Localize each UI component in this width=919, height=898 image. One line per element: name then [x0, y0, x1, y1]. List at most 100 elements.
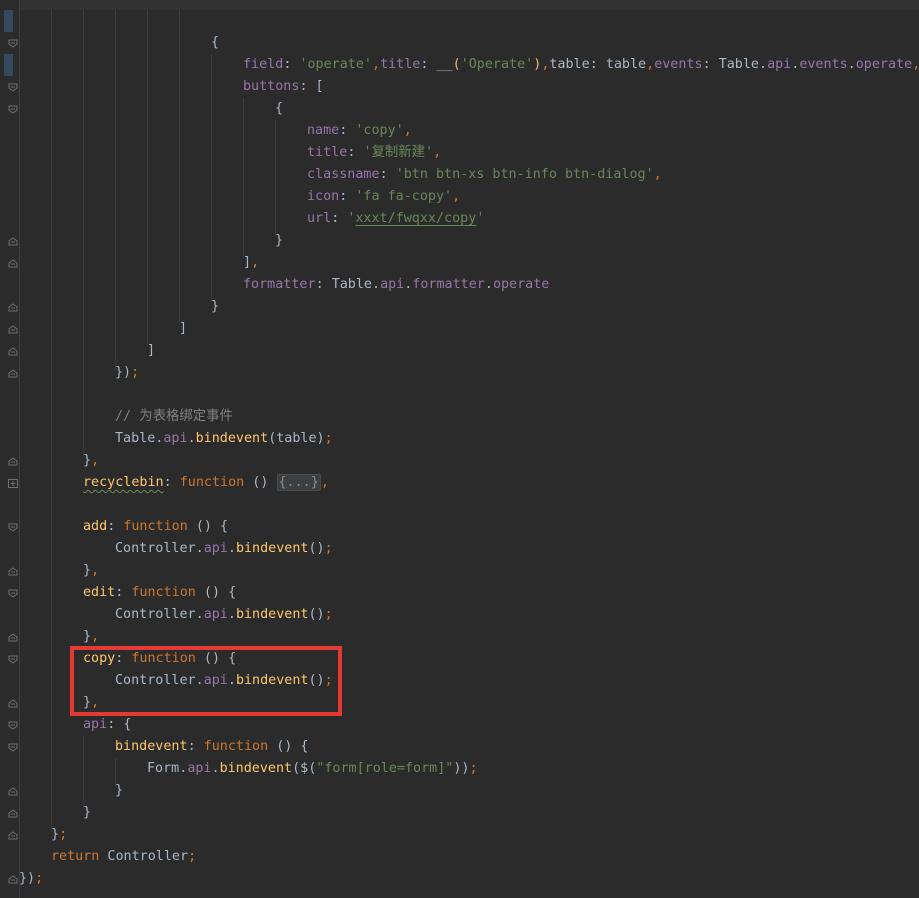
fold-open-icon[interactable] [8, 39, 18, 48]
fold-open-icon[interactable] [8, 523, 18, 532]
code-line[interactable]: api: { [83, 714, 131, 736]
punct: ; [35, 871, 44, 886]
fold-close-icon[interactable] [8, 303, 18, 312]
code-line[interactable]: { [275, 98, 283, 120]
brace: } [83, 563, 92, 578]
code-line[interactable]: } [211, 296, 219, 318]
indent-guide [211, 54, 212, 302]
fold-close-icon[interactable] [8, 787, 18, 796]
keyword: return [51, 849, 100, 864]
fold-open-icon[interactable] [8, 721, 18, 730]
code-line[interactable]: } [83, 802, 91, 824]
punct: . [227, 541, 236, 556]
brace: }) [115, 365, 132, 380]
property-key: api [83, 717, 108, 732]
code-line[interactable]: buttons: [ [243, 76, 324, 98]
code-line[interactable]: name: 'copy', [307, 120, 412, 142]
identifier: api [767, 57, 792, 72]
identifier: Controller [99, 849, 189, 864]
code-line[interactable]: Table.api.bindevent(table); [115, 428, 333, 450]
code-line[interactable]: Controller.api.bindevent(); [115, 538, 333, 560]
code-line[interactable]: formatter: Table.api.formatter.operate [243, 274, 549, 296]
property-key: classname [307, 167, 380, 182]
identifier: api [380, 277, 405, 292]
fold-close-icon[interactable] [8, 259, 18, 268]
brace: } [83, 453, 92, 468]
change-marker[interactable] [4, 10, 13, 32]
property-key: name [307, 123, 340, 138]
code-line[interactable]: url: 'xxxt/fwqxx/copy' [307, 208, 484, 230]
change-marker[interactable] [4, 54, 13, 76]
punct: , [91, 453, 100, 468]
code-line[interactable]: Controller.api.bindevent(); [115, 604, 333, 626]
fold-close-icon[interactable] [8, 369, 18, 378]
fold-close-icon[interactable] [8, 347, 18, 356]
fold-open-icon[interactable] [8, 105, 18, 114]
url-link[interactable]: xxxt/fwqxx/copy [355, 211, 476, 226]
code-editor[interactable]: { field: 'operate',title: __('Operate'),… [0, 0, 919, 898]
code-line[interactable]: icon: 'fa fa-copy', [307, 186, 460, 208]
punct: . [484, 277, 493, 292]
fold-open-icon[interactable] [8, 655, 18, 664]
code-line[interactable]: ] [179, 318, 187, 340]
code-line[interactable]: }, [83, 626, 99, 648]
code-line[interactable]: }; [51, 824, 67, 846]
fold-close-icon[interactable] [8, 831, 18, 840]
code-line[interactable]: field: 'operate',title: __('Operate'),ta… [243, 54, 919, 76]
code-line[interactable]: title: '复制新建', [307, 142, 441, 164]
function-name: bindevent [235, 541, 309, 556]
punct: () { [187, 519, 229, 534]
editor-gutter[interactable] [0, 0, 20, 898]
punct: , [372, 57, 381, 72]
code-line[interactable]: // 为表格绑定事件 [115, 406, 233, 428]
args: () [308, 541, 325, 556]
code-line[interactable]: }, [83, 450, 99, 472]
args: () [308, 607, 325, 622]
fold-open-icon[interactable] [8, 743, 18, 752]
fold-close-icon[interactable] [8, 633, 18, 642]
args: (table) [268, 431, 325, 446]
fold-open-icon[interactable] [8, 589, 18, 598]
fold-close-icon[interactable] [8, 325, 18, 334]
fold-close-icon[interactable] [8, 875, 18, 884]
code-line[interactable]: bindevent: function () { [115, 736, 309, 758]
punct: : [315, 277, 332, 292]
punct: : [589, 57, 606, 72]
bracket: ] [147, 343, 156, 358]
code-line[interactable]: ], [243, 252, 259, 274]
brace: } [275, 233, 284, 248]
code-line[interactable]: edit: function () { [83, 582, 236, 604]
string-literal: ' [476, 211, 485, 226]
code-line[interactable]: ] [147, 340, 155, 362]
fold-collapsed-icon[interactable] [8, 479, 18, 488]
code-line[interactable]: }); [115, 362, 139, 384]
punct: , [452, 189, 461, 204]
bracket: ] [179, 321, 188, 336]
identifier: api [203, 541, 228, 556]
fold-close-icon[interactable] [8, 457, 18, 466]
code-line[interactable]: } [275, 230, 283, 252]
fold-close-icon[interactable] [8, 567, 18, 576]
folded-code-block[interactable]: {...} [276, 474, 321, 491]
function-name: bindevent [235, 607, 309, 622]
brace: } [83, 629, 92, 644]
punct: : [107, 519, 124, 534]
fold-close-icon[interactable] [8, 809, 18, 818]
indent-guide [51, 10, 52, 832]
brace: } [83, 805, 92, 820]
code-line[interactable]: { [211, 32, 219, 54]
fold-open-icon[interactable] [8, 83, 18, 92]
code-line[interactable]: add: function () { [83, 516, 228, 538]
identifier: Controller. [115, 541, 204, 556]
code-line[interactable]: classname: 'btn btn-xs btn-info btn-dial… [307, 164, 662, 186]
code-line[interactable]: Form.api.bindevent($("form[role=form]"))… [147, 758, 478, 780]
fold-close-icon[interactable] [8, 699, 18, 708]
code-line[interactable]: recyclebin: function () {...}, [83, 472, 329, 494]
code-line[interactable]: return Controller; [51, 846, 196, 868]
code-line[interactable]: } [115, 780, 123, 802]
code-line[interactable]: }); [19, 868, 43, 890]
string-literal: 'operate' [299, 57, 372, 72]
code-line[interactable]: }, [83, 560, 99, 582]
indent-guide [179, 10, 180, 324]
fold-close-icon[interactable] [8, 237, 18, 246]
